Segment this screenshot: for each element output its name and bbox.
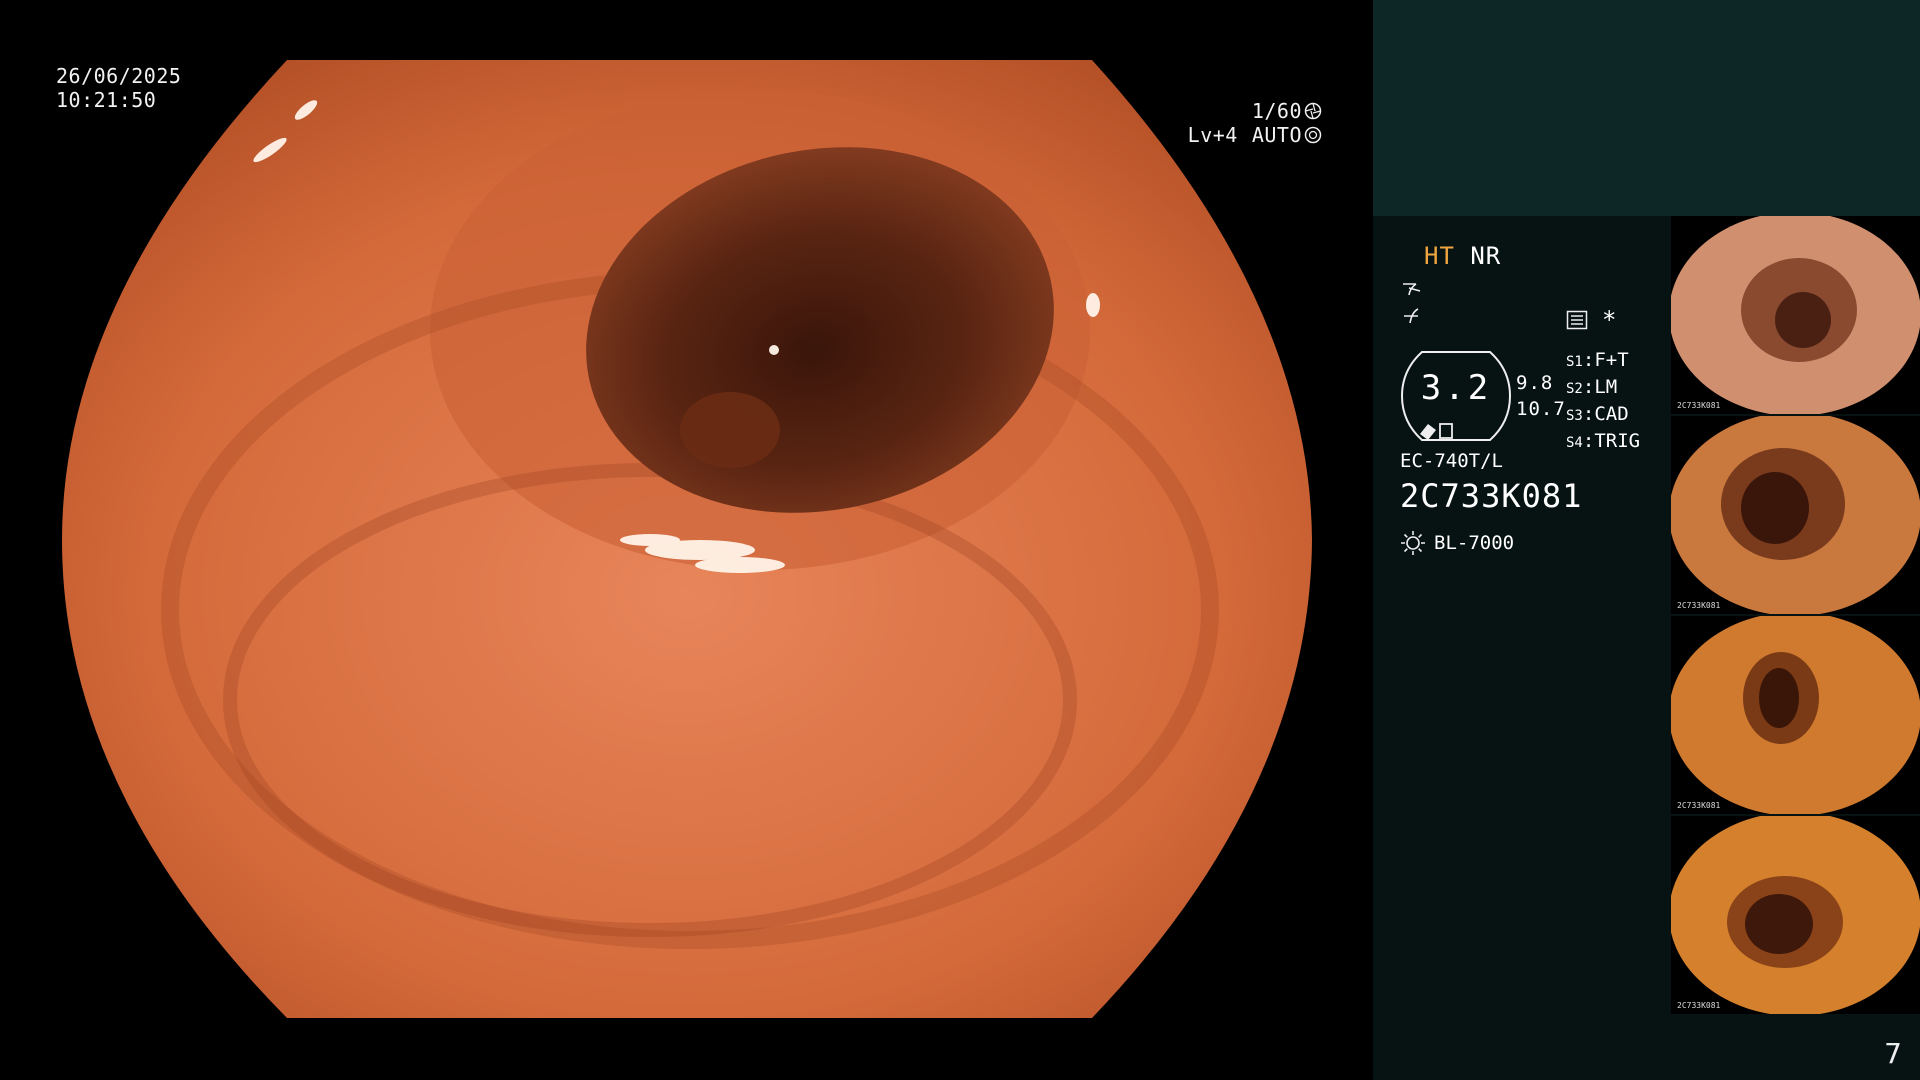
side-values: 9.8 10.7 <box>1516 370 1566 422</box>
side-value-1: 9.8 <box>1516 372 1554 394</box>
light-source: BL-7000 <box>1400 530 1514 556</box>
iris-text: AUTO <box>1251 123 1302 147</box>
asterisk-indicator: * <box>1602 306 1617 334</box>
scope-serial: 2C733K081 <box>1400 477 1583 515</box>
side-value-2: 10.7 <box>1516 398 1566 420</box>
scope-model: EC-740T/L <box>1400 450 1503 472</box>
thumbnail-image-2 <box>1671 416 1920 614</box>
side-panel-header <box>1373 0 1920 216</box>
level-text: Lv+4 <box>1187 123 1238 147</box>
shutter-text: 1/60 <box>1251 99 1302 123</box>
thumbnail-2[interactable]: 2C733K081 <box>1671 416 1920 614</box>
page-number: 7 <box>1884 1037 1902 1070</box>
date-text: 26/06/2025 <box>56 64 182 88</box>
scope-value: 3.2 <box>1420 368 1492 408</box>
filter-indicators: * <box>1566 306 1616 334</box>
switch-s4: S4:TRIG <box>1566 430 1641 452</box>
time-text: 10:21:50 <box>56 88 157 112</box>
switch-s3: S3:CAD <box>1566 403 1629 425</box>
thumbnail-caption-4: 2C733K081 <box>1677 1001 1721 1010</box>
light-source-text: BL-7000 <box>1434 532 1515 554</box>
mode-indicators: HT NR <box>1424 242 1501 270</box>
endoscope-view: 26/06/2025 10:21:50 1/60 Lv+4 AUTO <box>0 0 1372 1080</box>
thumbnail-4[interactable]: 2C733K081 <box>1671 816 1920 1014</box>
thumbnail-image-3 <box>1671 616 1920 814</box>
info-panel: HT NR * 3.2 9.8 10.7 S1:F+T S2:LM S3:CAD… <box>1400 240 1670 580</box>
thumbnail-1[interactable]: 2C733K081 <box>1671 216 1920 414</box>
contrast-icon <box>1404 308 1419 324</box>
filter-settings-icon <box>1566 310 1588 330</box>
date-time: 26/06/2025 10:21:50 <box>56 64 181 112</box>
mode-nr: NR <box>1470 242 1502 270</box>
shutter-icon <box>1304 102 1322 120</box>
thumbnail-strip: 2C733K081 2C733K081 2C733K081 2C733K081 <box>1671 216 1920 1016</box>
camera-settings: 1/60 Lv+4 AUTO <box>1188 99 1322 147</box>
thumbnail-caption-1: 2C733K081 <box>1677 401 1721 410</box>
switch-list: S1:F+T S2:LM S3:CAD S4:TRIG <box>1566 348 1640 456</box>
switch-s2: S2:LM <box>1566 376 1618 398</box>
enhance-icon <box>1403 283 1421 296</box>
thumbnail-caption-2: 2C733K081 <box>1677 601 1721 610</box>
thumbnail-3[interactable]: 2C733K081 <box>1671 616 1920 814</box>
thumbnail-image-4 <box>1671 816 1920 1014</box>
switch-s1: S1:F+T <box>1566 349 1629 371</box>
pencil-icon <box>1420 424 1436 440</box>
mode-ht: HT <box>1424 242 1455 270</box>
endoscope-image <box>62 60 1312 1018</box>
light-source-icon <box>1401 531 1425 555</box>
thumbnail-image-1 <box>1671 216 1920 414</box>
iris-icon <box>1304 126 1322 144</box>
thumbnail-caption-3: 2C733K081 <box>1677 801 1721 810</box>
